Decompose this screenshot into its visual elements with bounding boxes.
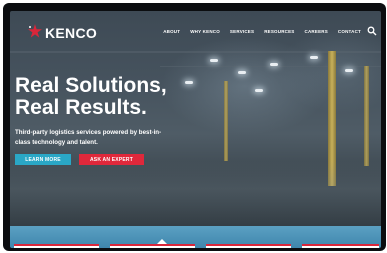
- main-nav: ABOUT WHY KENCO SERVICES RESOURCES CAREE…: [163, 29, 361, 34]
- hero-headline-line-2: Real Results.: [15, 96, 147, 119]
- tablet-device: KENCO ABOUT WHY KENCO SERVICES RESOURCES…: [0, 0, 387, 253]
- hero-headline: Real Solutions, Real Results.: [15, 75, 167, 119]
- ceiling-light: [345, 69, 353, 72]
- service-card[interactable]: [110, 244, 195, 248]
- nav-services[interactable]: SERVICES: [230, 29, 254, 34]
- ceiling-beam: [10, 51, 381, 53]
- ceiling-light: [210, 59, 218, 62]
- nav-contact[interactable]: CONTACT: [338, 29, 361, 34]
- hero-headline-line-1: Real Solutions,: [15, 74, 167, 97]
- ceiling-light: [310, 56, 318, 59]
- nav-careers[interactable]: CAREERS: [305, 29, 328, 34]
- hero-subline: Third-party logistics services powered b…: [15, 129, 162, 146]
- warehouse-pillar: [364, 66, 369, 166]
- nav-why-kenco[interactable]: WHY KENCO: [190, 29, 220, 34]
- kenco-star-logo-icon[interactable]: [27, 23, 43, 39]
- ceiling-light: [238, 71, 246, 74]
- service-card[interactable]: [14, 244, 99, 248]
- ceiling-beam: [160, 66, 381, 67]
- nav-resources[interactable]: RESOURCES: [264, 29, 294, 34]
- site-header: KENCO ABOUT WHY KENCO SERVICES RESOURCES…: [10, 11, 381, 49]
- warehouse-pillar: [224, 81, 228, 161]
- ceiling-light: [270, 63, 278, 66]
- ceiling-light: [255, 89, 263, 92]
- website-screen: KENCO ABOUT WHY KENCO SERVICES RESOURCES…: [10, 11, 381, 248]
- floor-sheen: [10, 161, 381, 231]
- service-card[interactable]: [206, 244, 291, 248]
- service-card[interactable]: [302, 244, 379, 248]
- nav-about[interactable]: ABOUT: [163, 29, 180, 34]
- brand-logo-text[interactable]: KENCO: [45, 25, 97, 41]
- learn-more-button[interactable]: LEARN MORE: [15, 154, 71, 165]
- search-icon[interactable]: [367, 26, 377, 36]
- ceiling-light: [185, 81, 193, 84]
- ask-an-expert-button[interactable]: ASK AN EXPERT: [79, 154, 144, 165]
